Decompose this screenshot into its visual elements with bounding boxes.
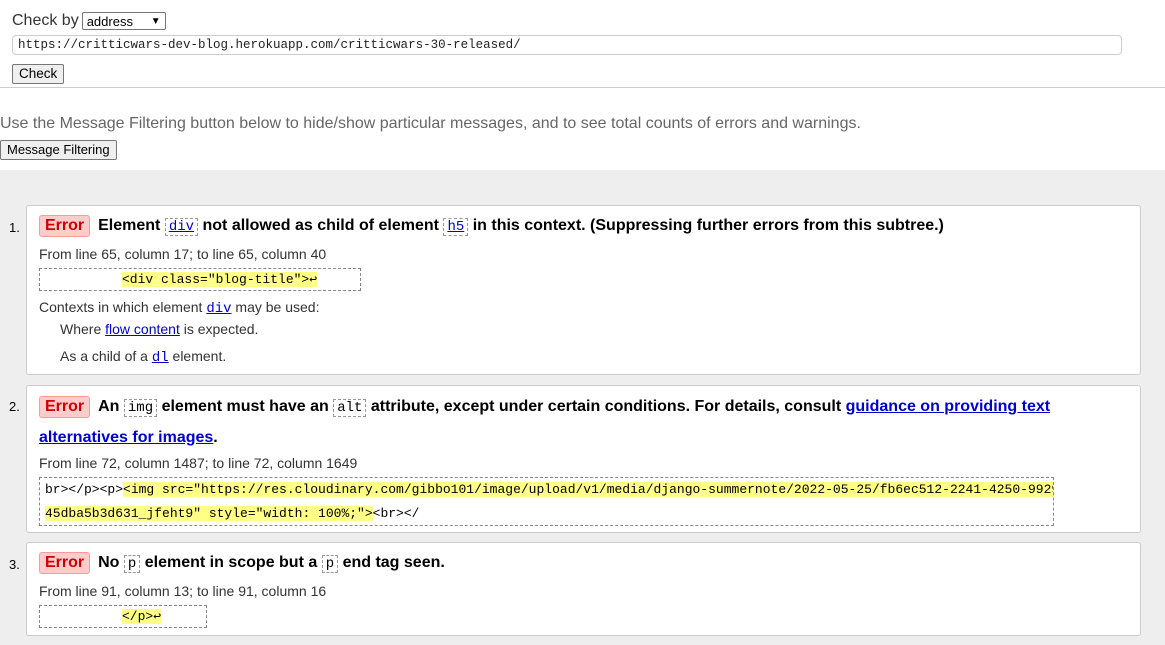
code-extract: <div class="blog-title">↩ <box>39 268 361 291</box>
code-extract: </p>↩ <box>39 605 207 628</box>
context-dl: As a child of a dl element. <box>60 348 227 366</box>
error-badge: Error <box>39 396 91 418</box>
code-p: p <box>321 555 339 573</box>
message-heading: Error An img element must have an alt att… <box>39 396 1051 446</box>
message-heading: Error Element div not allowed as child of… <box>39 211 1130 242</box>
message-filtering-button[interactable]: Message Filtering <box>0 140 117 160</box>
error-badge: Error <box>39 552 91 574</box>
code-h5-link[interactable]: h5 <box>443 218 469 236</box>
check-by-select[interactable]: address ▼ <box>81 12 166 30</box>
check-by-value: address <box>86 13 133 29</box>
message-location: From line 65, column 17; to line 65, col… <box>39 246 327 262</box>
chevron-down-icon: ▼ <box>150 15 161 27</box>
code-p: p <box>123 555 141 573</box>
message-number: 3. <box>9 557 20 572</box>
filter-instructions: Use the Message Filtering button below t… <box>0 115 861 132</box>
results-panel: 1. Error Element div not allowed as child… <box>0 170 1165 645</box>
check-by-label: Check by <box>12 12 79 29</box>
message-location: From line 72, column 1487; to line 72, c… <box>39 455 358 471</box>
code-alt: alt <box>333 399 367 417</box>
message-1: Error Element div not allowed as child of… <box>26 205 1141 375</box>
contexts-text: Contexts in which element div may be use… <box>39 299 320 317</box>
guidance-link[interactable]: guidance on providing text <box>846 398 1050 415</box>
guidance-link-continued[interactable]: alternatives for images <box>39 429 213 446</box>
message-2: Error An img element must have an alt att… <box>26 385 1141 533</box>
context-flow: Where flow content is expected. <box>60 321 259 337</box>
flow-content-link[interactable]: flow content <box>105 321 180 337</box>
code-div-link[interactable]: div <box>206 301 231 317</box>
check-button[interactable]: Check <box>12 64 65 84</box>
message-location: From line 91, column 13; to line 91, col… <box>39 583 327 599</box>
code-dl-link[interactable]: dl <box>152 350 169 366</box>
error-badge: Error <box>39 215 91 237</box>
code-div-link[interactable]: div <box>164 218 199 236</box>
url-input[interactable]: https://critticwars-dev-blog.herokuapp.c… <box>12 35 1122 55</box>
check-form: Check by address ▼ https://critticwars-d… <box>0 0 1165 88</box>
message-3: Error No p element in scope but a p end t… <box>26 542 1141 636</box>
code-extract: br></p><p><img src="https://res.cloudina… <box>39 477 1054 526</box>
message-heading: Error No p element in scope but a p end t… <box>39 548 1130 579</box>
message-number: 2. <box>9 399 20 414</box>
message-number: 1. <box>9 220 20 235</box>
code-img: img <box>123 399 158 417</box>
check-by-row: Check by address ▼ <box>12 10 1153 32</box>
